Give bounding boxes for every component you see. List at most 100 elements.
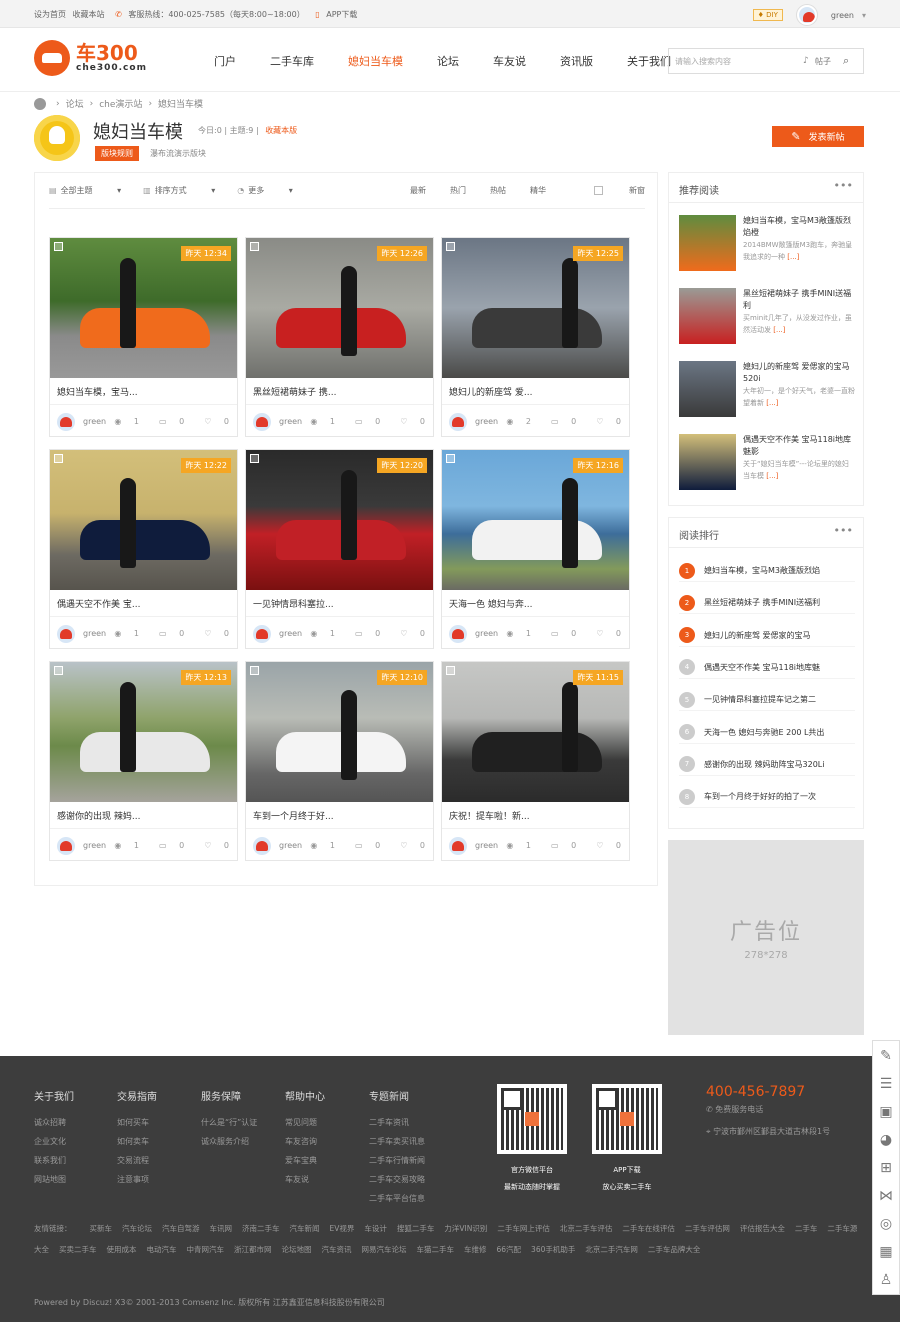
chevron-down-icon[interactable]: ▾ [862,11,866,20]
breadcrumb-current[interactable]: 媳妇当车模 [158,97,203,110]
set-homepage-link[interactable]: 设为首页 [34,10,66,19]
list-icon[interactable]: ☰ [877,1075,895,1093]
nav-item-wife-model[interactable]: 媳妇当车模 [348,53,403,69]
ranking-item[interactable]: 8 车到一个月终于好好的拍了一次 [679,786,855,809]
friend-link[interactable]: 二手车评估网 [685,1224,730,1233]
search-input[interactable]: 请输入搜索内容 [669,56,803,67]
recommend-title[interactable]: 媳妇儿的新座驾 爱偲家的宝马520i [743,361,855,385]
footer-link[interactable]: 交易流程 [117,1155,157,1166]
select-checkbox[interactable] [250,666,259,675]
avatar[interactable] [57,413,75,431]
edit-icon[interactable]: ✎ [877,1047,895,1065]
thread-title[interactable]: 车到一个月终于好... [253,809,334,822]
recommend-item[interactable]: 黑丝短裙萌妹子 携手MINI送福利 买minit几年了，从没发过作业，虽然活动发… [679,288,855,346]
friend-link[interactable]: 二手车在线评估 [622,1224,675,1233]
tab-latest[interactable]: 最新 [410,185,426,196]
recommend-title[interactable]: 媳妇当车模，宝马M3敞篷版烈焰橙 [743,215,855,239]
home-icon[interactable] [34,97,46,110]
friend-link[interactable]: 汽车论坛 [122,1224,152,1233]
friend-link[interactable]: 车维修 [464,1245,487,1254]
rank-title[interactable]: 黑丝短裙萌妹子 携手MINI送福利 [704,597,820,608]
avatar[interactable] [449,413,467,431]
friend-link[interactable]: 中青网汽车 [187,1245,225,1254]
recommend-item[interactable]: 媳妇儿的新座驾 爱偲家的宝马520i 大年初一，是个好天气，老婆一直粉望着新 [… [679,361,855,419]
thread-title[interactable]: 媳妇儿的新座驾 爱... [449,385,532,398]
friend-link[interactable]: 买卖二手车 [59,1245,97,1254]
ranking-item[interactable]: 4 偶遇天空不作美 宝马118i地库魅 [679,657,855,679]
friend-link[interactable]: 360手机助手 [531,1245,575,1254]
grid-icon[interactable]: ⊞ [877,1159,895,1177]
friend-link[interactable]: 网易汽车论坛 [362,1245,407,1254]
rank-title[interactable]: 天海一色 媳妇与奔驰E 200 L共出 [704,727,824,738]
more-dots-icon[interactable]: ••• [834,179,853,192]
search-icon[interactable]: ⌕ [843,54,863,68]
breadcrumb-forum[interactable]: 论坛 [66,97,84,110]
nav-item-car-friends[interactable]: 车友说 [493,53,526,69]
footer-link[interactable]: 网站地图 [34,1174,74,1185]
nav-item-about[interactable]: 关于我们 [627,53,671,69]
rank-title[interactable]: 感谢你的出现 辣妈助阵宝马320Li [704,759,825,770]
footer-link[interactable]: 企业文化 [34,1136,74,1147]
calendar-icon[interactable]: ▣ [877,1103,895,1121]
rank-title[interactable]: 偶遇天空不作美 宝马118i地库魅 [704,662,820,673]
microphone-icon[interactable]: ♪ [803,56,815,66]
friend-link[interactable]: 电动汽车 [147,1245,177,1254]
friend-link[interactable]: 浙江都市网 [234,1245,272,1254]
select-checkbox[interactable] [446,666,455,675]
footer-link[interactable]: 什么是“行”认证 [201,1117,257,1128]
footer-link[interactable]: 二手车交易攻略 [369,1174,425,1185]
qr-code-icon[interactable]: ▦ [877,1243,895,1261]
nav-item-forum[interactable]: 论坛 [437,53,459,69]
avatar[interactable] [449,625,467,643]
qq-icon[interactable]: ◕ [877,1131,895,1149]
thread-card[interactable]: 昨天 12:25 媳妇儿的新座驾 爱... green ◉ 2 ▭ 0 ♡ 0 [441,237,630,437]
friend-link[interactable]: 汽车自驾游 [162,1224,200,1233]
avatar[interactable] [449,837,467,855]
footer-link[interactable]: 车友咨询 [285,1136,325,1147]
avatar[interactable] [253,413,271,431]
recommend-item[interactable]: 偶遇天空不作美 宝马118i地库魅影 关于“媳妇当车模”---论坛里的媳妇当车模… [679,434,855,492]
thread-thumbnail[interactable]: 昨天 12:26 [246,238,433,378]
share-icon[interactable]: ⋈ [877,1187,895,1205]
thread-thumbnail[interactable]: 昨天 12:22 [50,450,237,590]
ad-placeholder[interactable]: 广告位 278*278 [668,840,864,1035]
select-checkbox[interactable] [54,242,63,251]
recommend-item[interactable]: 媳妇当车模，宝马M3敞篷版烈焰橙 2014BMW敞篷版M3跑车，奔驰皇我追求的一… [679,215,855,273]
all-topics-filter[interactable]: ▤ 全部主题 ▾ [49,185,121,196]
friend-link[interactable]: 济南二手车 [242,1224,280,1233]
footer-link[interactable]: 诚众招聘 [34,1117,74,1128]
ranking-item[interactable]: 1 媳妇当车模，宝马M3敞篷版烈焰 [679,560,855,582]
thread-card[interactable]: 昨天 12:34 媳妇当车模，宝马... green ◉ 1 ▭ 0 ♡ 0 [49,237,238,437]
checkbox[interactable] [594,186,603,195]
diy-button[interactable]: ♦ DIY [752,9,783,21]
recommend-thumbnail[interactable] [679,361,736,417]
thread-thumbnail[interactable]: 昨天 12:10 [246,662,433,802]
ranking-item[interactable]: 3 媳妇儿的新座驾 爱偲家的宝马 [679,625,855,647]
footer-link[interactable]: 爱车宝典 [285,1155,325,1166]
footer-link[interactable]: 二手车行情新闻 [369,1155,425,1166]
select-checkbox[interactable] [54,454,63,463]
friend-link[interactable]: 车设计 [364,1224,387,1233]
thread-title[interactable]: 庆祝！提车啦！新... [449,809,530,822]
friend-link[interactable]: 二手车 [795,1224,818,1233]
thread-title[interactable]: 天海一色 媳妇与奔... [449,597,532,610]
username[interactable]: green [831,11,854,20]
friend-link[interactable]: 搜狐二手车 [397,1224,435,1233]
ranking-item[interactable]: 7 感谢你的出现 辣妈助阵宝马320Li [679,754,855,776]
friend-link[interactable]: 北京二手汽车网 [585,1245,638,1254]
thread-card[interactable]: 昨天 12:22 偶遇天空不作美 宝... green ◉ 1 ▭ 0 ♡ 0 [49,449,238,649]
thread-card[interactable]: 昨天 12:16 天海一色 媳妇与奔... green ◉ 1 ▭ 0 ♡ 0 [441,449,630,649]
recommend-thumbnail[interactable] [679,215,736,271]
avatar[interactable] [796,5,817,25]
thread-thumbnail[interactable]: 昨天 11:15 [442,662,629,802]
avatar[interactable] [57,625,75,643]
tab-hot[interactable]: 热门 [450,185,466,196]
friend-link[interactable]: 汽车资讯 [322,1245,352,1254]
tab-digest[interactable]: 精华 [530,185,546,196]
friend-link[interactable]: 车猫二手车 [417,1245,455,1254]
footer-link[interactable]: 如何卖车 [117,1136,157,1147]
thread-card[interactable]: 昨天 11:15 庆祝！提车啦！新... green ◉ 1 ▭ 0 ♡ 0 [441,661,630,861]
footer-link[interactable]: 二手车资讯 [369,1117,425,1128]
footer-link[interactable]: 二手车平台信息 [369,1193,425,1204]
thread-title[interactable]: 一见钟情昂科塞拉... [253,597,334,610]
